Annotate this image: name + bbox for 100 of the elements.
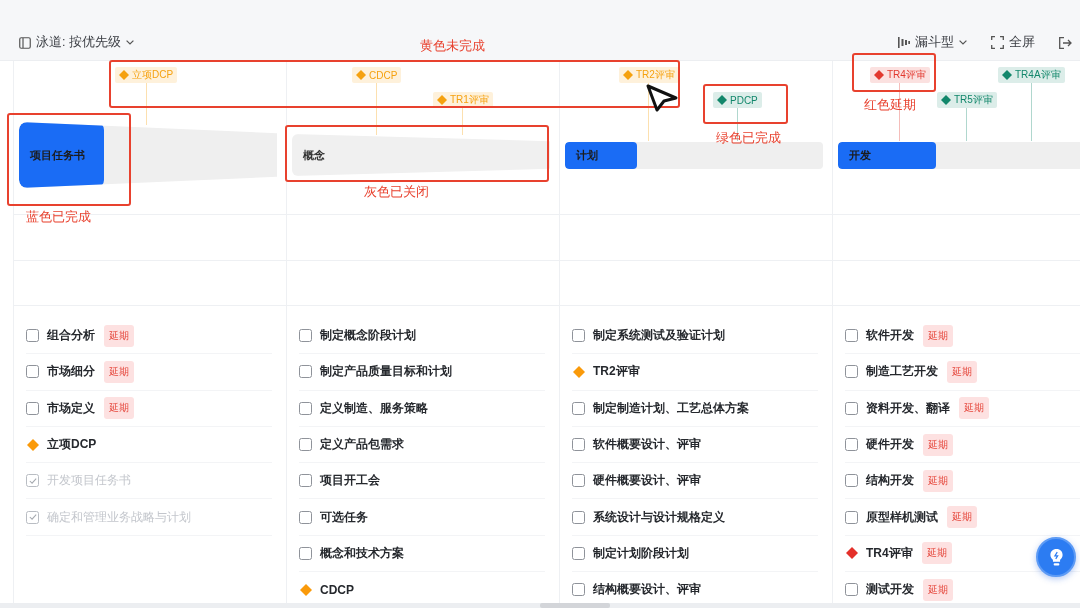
task-label[interactable]: 硬件开发 bbox=[866, 436, 914, 454]
delay-tag: 延期 bbox=[959, 397, 989, 420]
task-label[interactable]: 结构开发 bbox=[866, 472, 914, 490]
checkbox[interactable] bbox=[845, 401, 858, 415]
delay-tag: 延期 bbox=[923, 433, 953, 456]
annotation-label: 黄色未完成 bbox=[420, 37, 485, 55]
checkbox[interactable] bbox=[26, 474, 39, 488]
checkbox[interactable] bbox=[299, 401, 312, 415]
milestone-tag[interactable]: TR4A评审 bbox=[998, 67, 1065, 83]
milestone-tag[interactable]: TR5评审 bbox=[937, 92, 997, 108]
task-label[interactable]: 制造工艺开发 bbox=[866, 363, 938, 381]
delay-tag: 延期 bbox=[923, 324, 953, 347]
delay-tag: 延期 bbox=[104, 360, 134, 383]
task-label[interactable]: 系统设计与设计规格定义 bbox=[593, 508, 725, 526]
milestone-label: TR5评审 bbox=[954, 93, 993, 107]
task-label[interactable]: 制定系统测试及验证计划 bbox=[593, 327, 725, 345]
milestone-label: CDCP bbox=[369, 69, 398, 81]
phase-bar[interactable]: 项目任务书 bbox=[19, 122, 277, 188]
phase-bar[interactable]: 概念 bbox=[292, 134, 550, 176]
task-label[interactable]: 定义产品包需求 bbox=[320, 436, 404, 454]
checkbox[interactable] bbox=[845, 438, 858, 452]
checkbox[interactable] bbox=[572, 510, 585, 524]
delay-tag: 延期 bbox=[921, 542, 952, 565]
phase-bar[interactable]: 开发 bbox=[838, 141, 1080, 169]
delay-tag: 延期 bbox=[947, 506, 977, 529]
checkbox[interactable] bbox=[845, 329, 858, 343]
checkbox[interactable] bbox=[572, 583, 585, 597]
checkbox[interactable] bbox=[572, 329, 585, 343]
task-label[interactable]: 项目开工会 bbox=[320, 472, 380, 490]
checkbox[interactable] bbox=[26, 401, 39, 415]
task-label[interactable]: 可选任务 bbox=[320, 508, 368, 526]
milestone-tag[interactable]: PDCP bbox=[713, 92, 762, 108]
connector-line bbox=[1030, 83, 1032, 141]
arrow-out-icon[interactable] bbox=[1059, 36, 1072, 49]
checkbox[interactable] bbox=[299, 546, 312, 560]
connector-line bbox=[376, 83, 378, 135]
task-label[interactable]: 市场定义 bbox=[47, 399, 95, 417]
swimlane-dropdown[interactable]: 泳道: 按优先级 bbox=[19, 32, 134, 53]
milestone-tag[interactable]: TR4评审 bbox=[870, 67, 930, 83]
checkbox[interactable] bbox=[572, 401, 585, 415]
assistant-button[interactable] bbox=[1036, 537, 1076, 577]
view-dropdown[interactable]: 漏斗型 bbox=[898, 32, 967, 53]
connector-line bbox=[145, 83, 147, 125]
checkbox[interactable] bbox=[845, 583, 858, 597]
checkbox[interactable] bbox=[26, 510, 39, 524]
checkbox[interactable] bbox=[26, 329, 39, 343]
task-label[interactable]: TR4评审 bbox=[866, 544, 913, 562]
task-label[interactable]: TR2评审 bbox=[593, 363, 640, 381]
checkbox[interactable] bbox=[299, 438, 312, 452]
caret-icon bbox=[125, 40, 134, 45]
delay-tag: 延期 bbox=[923, 469, 953, 492]
checkbox[interactable] bbox=[845, 365, 858, 379]
fullscreen-button[interactable]: 全屏 bbox=[991, 32, 1035, 53]
connector-line bbox=[736, 108, 738, 141]
task-label[interactable]: 立项DCP bbox=[47, 436, 97, 454]
connector-line bbox=[966, 108, 968, 141]
annotation-label: 蓝色已完成 bbox=[26, 208, 91, 226]
task-label[interactable]: 市场细分 bbox=[47, 363, 95, 381]
task-label[interactable]: 制定概念阶段计划 bbox=[320, 327, 416, 345]
task-label[interactable]: 测试开发 bbox=[866, 581, 914, 599]
cursor-icon bbox=[645, 83, 679, 113]
checkbox[interactable] bbox=[572, 438, 585, 452]
lightbulb-icon bbox=[1048, 547, 1064, 567]
checkbox[interactable] bbox=[845, 474, 858, 488]
phase-label: 开发 bbox=[849, 147, 871, 163]
checkbox[interactable] bbox=[845, 510, 858, 524]
checkbox[interactable] bbox=[26, 365, 39, 379]
fullscreen-icon bbox=[991, 36, 1004, 49]
scrollbar-thumb[interactable] bbox=[540, 603, 610, 608]
task-label[interactable]: 制定产品质量目标和计划 bbox=[320, 363, 452, 381]
task-label[interactable]: CDCP bbox=[320, 582, 354, 597]
milestone-label: TR2评审 bbox=[636, 68, 675, 82]
checkbox[interactable] bbox=[299, 474, 312, 488]
checkbox[interactable] bbox=[299, 329, 312, 343]
task-label[interactable]: 软件开发 bbox=[866, 327, 914, 345]
task-label[interactable]: 资料开发、翻译 bbox=[866, 399, 950, 417]
checkbox[interactable] bbox=[299, 510, 312, 524]
task-label[interactable]: 结构概要设计、评审 bbox=[593, 581, 701, 599]
task-label[interactable]: 制定计划阶段计划 bbox=[593, 544, 689, 562]
task-label[interactable]: 概念和技术方案 bbox=[320, 544, 404, 562]
annotation-label: 红色延期 bbox=[864, 96, 916, 114]
bars-icon bbox=[898, 37, 910, 48]
delay-tag: 延期 bbox=[104, 324, 134, 347]
scrollbar-track[interactable] bbox=[0, 603, 1080, 608]
task-label[interactable]: 原型样机测试 bbox=[866, 508, 938, 526]
delay-tag: 延期 bbox=[947, 360, 977, 383]
checkbox[interactable] bbox=[572, 474, 585, 488]
task-label[interactable]: 组合分析 bbox=[47, 327, 95, 345]
task-label[interactable]: 制定制造计划、工艺总体方案 bbox=[593, 399, 749, 417]
task-label[interactable]: 定义制造、服务策略 bbox=[320, 399, 428, 417]
annotation-label: 灰色已关闭 bbox=[364, 183, 429, 201]
phase-label: 项目任务书 bbox=[30, 147, 85, 163]
checkbox[interactable] bbox=[299, 365, 312, 379]
milestone-label: 立项DCP bbox=[132, 68, 174, 82]
milestone-label: TR4评审 bbox=[887, 68, 926, 82]
caret-icon bbox=[959, 40, 967, 45]
task-label[interactable]: 硬件概要设计、评审 bbox=[593, 472, 701, 490]
milestone-label: TR4A评审 bbox=[1015, 68, 1061, 82]
task-label[interactable]: 软件概要设计、评审 bbox=[593, 436, 701, 454]
checkbox[interactable] bbox=[572, 546, 585, 560]
